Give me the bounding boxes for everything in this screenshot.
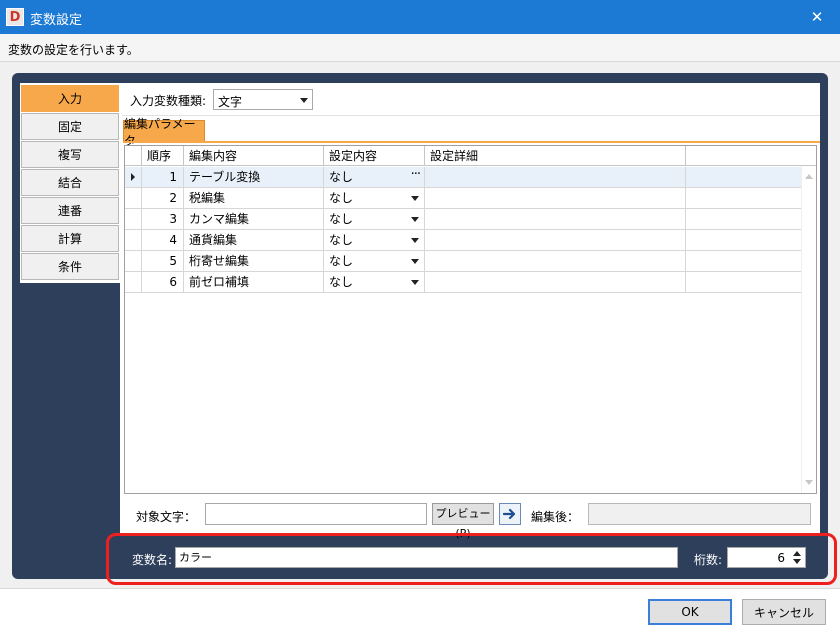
row-order: 1 (142, 167, 184, 187)
row-detail[interactable] (425, 272, 686, 292)
header-order[interactable]: 順序 (142, 146, 184, 166)
ok-button[interactable]: OK (648, 599, 732, 625)
header-content[interactable]: 編集内容 (184, 146, 324, 166)
row-indicator (125, 167, 142, 187)
chevron-down-icon[interactable] (411, 217, 419, 222)
tab-copy[interactable]: 複写 (21, 141, 119, 168)
row-filler (686, 230, 801, 250)
row-content: テーブル変換 (184, 167, 324, 187)
row-order: 4 (142, 230, 184, 250)
row-setting: なし (329, 254, 354, 268)
tab-underline (123, 141, 820, 143)
edit-parameter-grid: 順序 編集内容 設定内容 設定詳細 1 テーブル変換 なし ··· 2 税編集 … (124, 145, 817, 494)
cancel-button[interactable]: キャンセル (742, 599, 826, 625)
header-detail[interactable]: 設定詳細 (425, 146, 686, 166)
row-setting-dropdown[interactable]: なし (324, 230, 425, 250)
row-setting: なし (329, 233, 354, 247)
chevron-down-icon[interactable] (411, 280, 419, 285)
row-indicator (125, 188, 142, 208)
window-titlebar: D 変数設定 ✕ (0, 0, 840, 34)
row-filler (686, 272, 801, 292)
current-row-arrow-icon (131, 173, 135, 181)
row-setting: なし (329, 212, 354, 226)
input-type-select[interactable]: 文字 (213, 89, 313, 110)
row-indicator (125, 209, 142, 229)
highlight-annotation (106, 533, 837, 585)
row-detail[interactable] (425, 230, 686, 250)
row-setting: なし (329, 191, 354, 205)
row-content: 前ゼロ補填 (184, 272, 324, 292)
row-indicator (125, 230, 142, 250)
table-row[interactable]: 2 税編集 なし (125, 188, 801, 209)
table-row[interactable]: 6 前ゼロ補填 なし (125, 272, 801, 293)
row-setting-dropdown[interactable]: なし (324, 188, 425, 208)
row-setting: なし (329, 275, 354, 289)
row-setting-dropdown[interactable]: なし (324, 209, 425, 229)
preview-button[interactable]: プレビュー(P) (432, 503, 494, 540)
arrow-right-icon (503, 508, 516, 520)
row-setting-dropdown[interactable]: なし (324, 272, 425, 292)
close-button[interactable]: ✕ (794, 0, 840, 34)
row-setting: なし (329, 170, 354, 184)
tab-input[interactable]: 入力 (21, 85, 119, 112)
input-type-value: 文字 (218, 95, 243, 109)
tab-edit-parameters[interactable]: 編集パラメータ (123, 117, 205, 148)
after-edit-label: 編集後： (531, 510, 580, 524)
divider (122, 115, 820, 116)
chevron-down-icon[interactable] (411, 238, 419, 243)
row-setting-cell[interactable]: なし ··· (324, 167, 425, 187)
chevron-down-icon[interactable] (411, 196, 419, 201)
target-text-input[interactable] (205, 503, 427, 525)
chevron-down-icon[interactable] (411, 259, 419, 264)
row-detail[interactable] (425, 167, 686, 187)
row-filler (686, 251, 801, 271)
close-icon: ✕ (810, 8, 824, 26)
tab-condition[interactable]: 条件 (21, 253, 119, 280)
tab-sequence[interactable]: 連番 (21, 197, 119, 224)
table-row[interactable]: 5 桁寄せ編集 なし (125, 251, 801, 272)
target-text-label: 対象文字： (136, 510, 197, 524)
chevron-down-icon (300, 98, 308, 103)
row-setting-dropdown[interactable]: なし (324, 251, 425, 271)
row-indicator (125, 272, 142, 292)
row-order: 2 (142, 188, 184, 208)
scroll-down-icon[interactable] (805, 480, 813, 485)
vertical-tab-strip: 入力 固定 複写 結合 連番 計算 条件 (20, 83, 120, 283)
window-title: 変数設定 (30, 13, 83, 28)
tab-fixed[interactable]: 固定 (21, 113, 119, 140)
input-type-label: 入力変数種類: (130, 94, 207, 108)
row-detail[interactable] (425, 209, 686, 229)
footer-divider (0, 588, 840, 589)
row-order: 5 (142, 251, 184, 271)
table-row[interactable]: 3 カンマ編集 なし (125, 209, 801, 230)
row-filler (686, 167, 801, 187)
description-text: 変数の設定を行います。 (8, 43, 139, 57)
tab-calc[interactable]: 計算 (21, 225, 119, 252)
scroll-up-icon[interactable] (805, 174, 813, 179)
row-content: 桁寄せ編集 (184, 251, 324, 271)
row-content: 税編集 (184, 188, 324, 208)
row-indicator (125, 251, 142, 271)
ellipsis-icon[interactable]: ··· (411, 167, 421, 185)
grid-vertical-scrollbar[interactable] (801, 166, 816, 493)
table-row[interactable]: 4 通貨編集 なし (125, 230, 801, 251)
header-row-indicator (125, 146, 142, 166)
app-logo-icon: D (6, 8, 24, 26)
header-filler (686, 146, 816, 166)
row-order: 3 (142, 209, 184, 229)
after-edit-output (588, 503, 811, 525)
row-detail[interactable] (425, 251, 686, 271)
table-row[interactable]: 1 テーブル変換 なし ··· (125, 167, 801, 188)
header-setting[interactable]: 設定内容 (324, 146, 425, 166)
row-content: 通貨編集 (184, 230, 324, 250)
row-order: 6 (142, 272, 184, 292)
row-detail[interactable] (425, 188, 686, 208)
grid-header: 順序 編集内容 設定内容 設定詳細 (125, 146, 816, 166)
description-bar: 変数の設定を行います。 (0, 34, 840, 62)
row-filler (686, 209, 801, 229)
tab-join[interactable]: 結合 (21, 169, 119, 196)
apply-preview-button[interactable] (499, 503, 521, 525)
row-filler (686, 188, 801, 208)
row-content: カンマ編集 (184, 209, 324, 229)
